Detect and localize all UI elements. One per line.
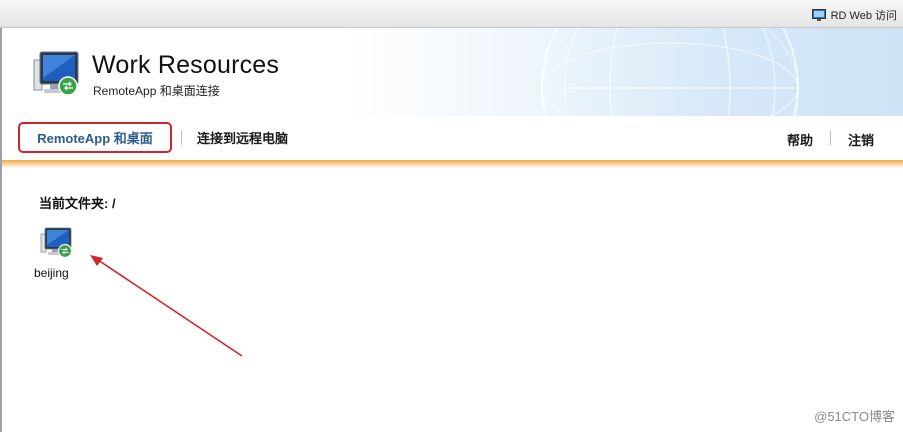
nav-divider [830, 131, 831, 145]
rd-web-access[interactable]: RD Web 访问 [811, 7, 897, 23]
remoteapp-logo-icon [33, 51, 79, 96]
globe-graphic [541, 28, 799, 116]
tab-connect-remote-pc[interactable]: 连接到远程电脑 [197, 122, 288, 153]
tab-remoteapp-desktops[interactable]: RemoteApp 和桌面 [18, 122, 172, 153]
page-subtitle: RemoteApp 和桌面连接 [93, 84, 220, 98]
nav-bar: RemoteApp 和桌面 连接到远程电脑 帮助 注销 [0, 116, 903, 160]
header-banner: Work Resources RemoteApp 和桌面连接 [0, 28, 903, 116]
list-item[interactable]: beijing [30, 226, 78, 284]
window-left-edge [0, 28, 2, 432]
nav-underline-band [0, 160, 903, 168]
top-strip: RD Web 访问 [0, 0, 903, 28]
rd-web-label: RD Web 访问 [830, 10, 897, 22]
remote-desktop-icon [40, 227, 73, 259]
help-link[interactable]: 帮助 [787, 130, 813, 149]
rd-web-icon [811, 8, 826, 21]
list-item-label: beijing [34, 266, 69, 280]
watermark-text: @51CTO博客 [814, 409, 895, 424]
current-folder-label: 当前文件夹: / [39, 196, 116, 211]
logout-link[interactable]: 注销 [848, 130, 874, 149]
page-title: Work Resources [92, 51, 280, 79]
nav-divider [181, 131, 182, 145]
